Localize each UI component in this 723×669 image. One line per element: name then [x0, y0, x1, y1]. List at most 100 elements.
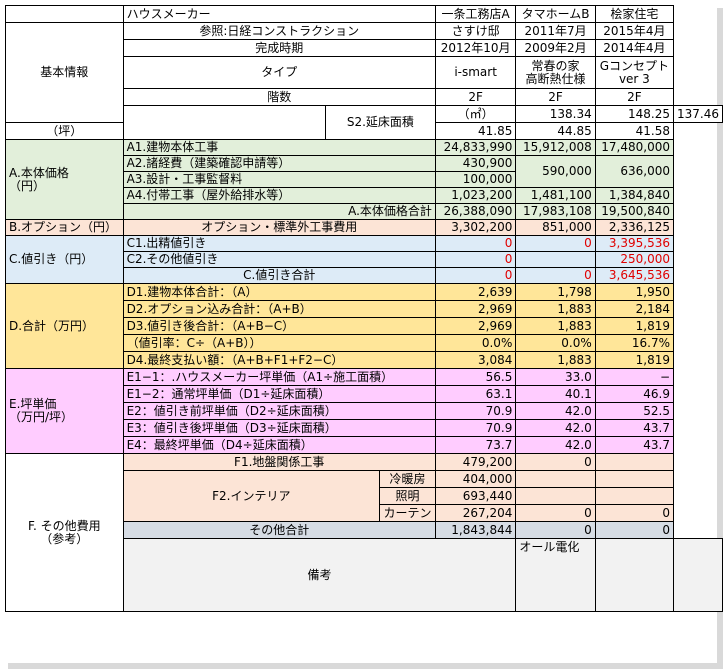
- completion-c1: 2015年4月: [594, 22, 675, 40]
- e11-c: −: [594, 368, 675, 386]
- e3-b: 42.0: [515, 419, 596, 437]
- completion-label: 完成時期: [122, 39, 436, 57]
- hvac-label: 冷暖房: [379, 470, 436, 488]
- light-b: [515, 487, 596, 505]
- row-b: B.オプション（円） オプション・標準外工事費用 3,302,200 851,0…: [5, 219, 723, 236]
- completion-b2: 2009年2月: [515, 39, 596, 57]
- remarks-b: [594, 538, 675, 612]
- d1-label: D1.建物本体合計：（A）: [122, 283, 436, 301]
- f1-b: 0: [515, 453, 596, 471]
- a4-label: A4.付帯工事（屋外給排水等）: [122, 187, 436, 204]
- section-d-title: D.合計（万円）: [5, 283, 124, 369]
- rate-label: （値引率：C÷（A+B））: [122, 334, 436, 352]
- row-f1: F. その他費用 （参考） F1.地盤関係工事 479,200 0: [5, 453, 723, 612]
- ref-label: 参照:日経コンストラクション: [122, 22, 436, 40]
- section-f-title: F. その他費用 （参考）: [5, 453, 124, 612]
- section-f-title-line2: （参考）: [40, 531, 89, 546]
- section-a-title-line2: （円）: [9, 178, 46, 193]
- d4-label: D4.最終支払い額：（A+B+F1+F2−C）: [122, 351, 436, 369]
- hvac-a: 404,000: [434, 470, 517, 488]
- rate-a: 0.0%: [434, 334, 517, 352]
- curtain-c: 0: [594, 504, 675, 522]
- curtain-b: 0: [515, 504, 596, 522]
- comparison-table: ハウスメーカー 一条工務店A タマホームB 桧家住宅 基本情報 参照:日経コンス…: [5, 5, 723, 612]
- e12-a: 63.1: [434, 385, 517, 403]
- unit-tsubo: （坪）: [5, 122, 124, 140]
- type-c-line1: Gコンセプト: [599, 58, 670, 73]
- hvac-c: [594, 470, 675, 488]
- d3-a: 2,969: [434, 317, 517, 335]
- c-total-a: 0: [434, 267, 517, 284]
- row-a1: A.本体価格 （円） A1.建物本体工事 24,833,990 15,912,00…: [5, 139, 723, 220]
- c1-c: 3,395,536: [594, 235, 675, 252]
- a3-label: A3.設計・工事監督料: [122, 171, 436, 188]
- e12-b: 40.1: [515, 385, 596, 403]
- row-d1: D.合計（万円） D1.建物本体合計：（A） 2,639 1,798 1,950: [5, 283, 723, 369]
- type-label: タイプ: [122, 56, 436, 89]
- b-c: 2,336,125: [594, 219, 675, 236]
- e11-b: 33.0: [515, 368, 596, 386]
- b-a: 3,302,200: [434, 219, 517, 236]
- c1-b: 0: [515, 235, 596, 252]
- e4-c: 43.7: [594, 436, 675, 454]
- d2-a: 2,969: [434, 300, 517, 318]
- d1-a: 2,639: [434, 283, 517, 301]
- hvac-b: [515, 470, 596, 488]
- e2-a: 70.9: [434, 402, 517, 420]
- basic-info-label: 基本情報: [5, 22, 124, 123]
- c2-b: [515, 251, 596, 268]
- e4-a: 73.7: [434, 436, 517, 454]
- ref-a: さすけ邸: [434, 22, 517, 40]
- section-e-title-line2: （万円/坪）: [9, 410, 74, 424]
- rate-c: 16.7%: [594, 334, 675, 352]
- completion-b1: 2011年7月: [515, 22, 596, 40]
- a-total-a: 26,388,090: [434, 203, 517, 220]
- e11-label: E1−1：.ハウスメーカー坪単価（A1÷施工面積）: [122, 368, 436, 386]
- area-tsubo-a: 41.85: [434, 122, 517, 140]
- area-blank: [122, 105, 326, 140]
- a23-b: 590,000: [515, 155, 596, 188]
- maker-b: タマホームB: [515, 5, 596, 23]
- b-label: オプション・標準外工事費用: [122, 219, 436, 236]
- c-total-c: 3,645,536: [594, 267, 675, 284]
- light-c: [594, 487, 675, 505]
- a-total-label: A.本体価格合計: [122, 203, 436, 220]
- area-m2-a: 138.34: [515, 105, 596, 123]
- maker-a: 一条工務店A: [434, 5, 517, 23]
- d1-c: 1,950: [594, 283, 675, 301]
- c2-c: 250,000: [594, 251, 675, 268]
- row-c1: C.値引き（円） C1.出精値引き 0 0 3,395,536: [5, 235, 723, 284]
- f2-label: F2.インテリア: [122, 470, 381, 522]
- completion-c2: 2014年4月: [594, 39, 675, 57]
- area-tsubo-b: 44.85: [515, 122, 596, 140]
- a4-a: 1,023,200: [434, 187, 517, 204]
- floors-label: 階数: [122, 88, 436, 106]
- a-total-c: 19,500,840: [594, 203, 675, 220]
- d4-c: 1,819: [594, 351, 675, 369]
- type-c-line2: ver 3: [618, 71, 650, 86]
- light-label: 照明: [379, 487, 436, 505]
- section-e-title: E.坪単価 （万円/坪）: [5, 368, 124, 454]
- d2-b: 1,883: [515, 300, 596, 318]
- section-c-title: C.値引き（円）: [5, 235, 124, 284]
- a2-label: A2.諸経費（建築確認申請等）: [122, 155, 436, 172]
- e12-label: E1−2：通常坪単価（D1÷延床面積）: [122, 385, 436, 403]
- e3-label: E3：値引き後坪単価（D3÷延床面積）: [122, 419, 436, 437]
- d3-label: D3.値引き後合計：（A+B−C）: [122, 317, 436, 335]
- row-ref: 基本情報 参照:日経コンストラクション さすけ邸 2011年7月 2015年4月: [5, 22, 723, 123]
- floors-a: 2F: [434, 88, 517, 106]
- maker-c: 桧家住宅: [594, 5, 675, 23]
- type-a: i-smart: [434, 56, 517, 89]
- c-total-b: 0: [515, 267, 596, 284]
- unit-m2: （㎡）: [434, 105, 517, 123]
- area-m2-b: 148.25: [594, 105, 675, 123]
- f-total-b: 0: [515, 521, 596, 539]
- f-total-c: 0: [594, 521, 675, 539]
- light-a: 693,440: [434, 487, 517, 505]
- area-tsubo-c: 41.58: [594, 122, 675, 140]
- a1-label: A1.建物本体工事: [122, 139, 436, 156]
- a4-c: 1,384,840: [594, 187, 675, 204]
- f-total-label: その他合計: [122, 521, 436, 539]
- floors-c: 2F: [594, 88, 675, 106]
- e2-c: 52.5: [594, 402, 675, 420]
